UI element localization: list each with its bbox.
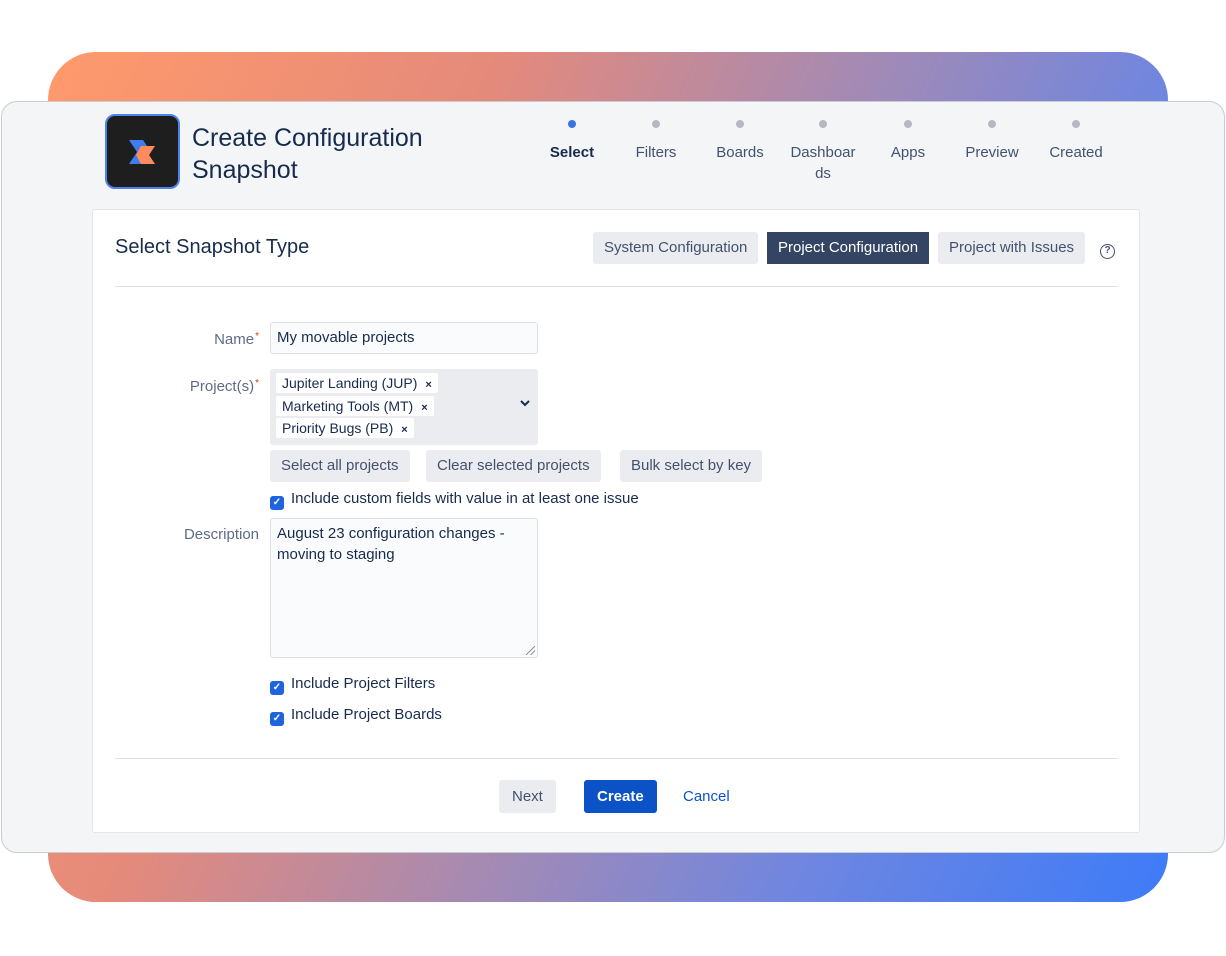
projects-label: Project(s)* <box>190 378 259 395</box>
step-label: Filters <box>635 144 677 161</box>
app-logo-icon <box>129 140 155 164</box>
checkbox-label: Include custom fields with value in at l… <box>291 490 639 507</box>
chevron-down-icon[interactable] <box>520 399 530 407</box>
projects-label-text: Project(s) <box>189 378 255 395</box>
project-tag: Jupiter Landing (JUP) × <box>276 373 438 393</box>
divider <box>115 286 1118 287</box>
step-label: Preview <box>965 144 1019 161</box>
project-tag-label: Priority Bugs (PB) <box>282 420 394 436</box>
next-button[interactable]: Next <box>499 780 556 813</box>
project-tag: Marketing Tools (MT) × <box>276 396 434 416</box>
clear-selected-projects-button[interactable]: Clear selected projects <box>426 450 601 482</box>
include-project-boards-checkbox[interactable]: ✓ Include Project Boards <box>270 706 442 726</box>
page-title: Create Configuration Snapshot <box>192 124 423 184</box>
step-label: Boards <box>716 144 764 161</box>
step-dot <box>904 120 912 128</box>
step-label: Created <box>1049 144 1103 161</box>
step-created[interactable]: Created <box>1034 120 1118 163</box>
project-tag-label: Jupiter Landing (JUP) <box>282 375 418 391</box>
step-label: Dashboards <box>790 144 856 182</box>
select-all-projects-button[interactable]: Select all projects <box>270 450 410 482</box>
remove-tag-icon[interactable]: × <box>425 379 431 391</box>
include-custom-fields-checkbox[interactable]: ✓ Include custom fields with value in at … <box>270 490 639 510</box>
type-project-configuration[interactable]: Project Configuration <box>767 232 930 264</box>
checkbox-checked-icon: ✓ <box>270 712 284 726</box>
step-dashboards[interactable]: Dashboards <box>790 120 856 184</box>
step-dot <box>652 120 660 128</box>
divider <box>115 758 1118 759</box>
cancel-link[interactable]: Cancel <box>670 780 743 813</box>
help-icon[interactable]: ? <box>1100 244 1115 259</box>
checkbox-checked-icon: ✓ <box>270 496 284 510</box>
type-project-with-issues[interactable]: Project with Issues <box>938 232 1086 264</box>
name-label-text: Name <box>214 331 255 348</box>
step-preview[interactable]: Preview <box>950 120 1034 163</box>
remove-tag-icon[interactable]: × <box>421 402 427 414</box>
description-label: Description <box>183 526 259 543</box>
description-textarea[interactable]: August 23 configuration changes - moving… <box>270 518 538 658</box>
step-apps[interactable]: Apps <box>866 120 950 163</box>
section-title: Select Snapshot Type <box>115 236 310 258</box>
remove-tag-icon[interactable]: × <box>401 424 407 436</box>
snapshot-form-card: Select Snapshot Type System Configuratio… <box>92 209 1140 833</box>
step-dot <box>568 120 576 128</box>
description-text: August 23 configuration changes - moving… <box>277 525 505 563</box>
step-select[interactable]: Select <box>530 120 614 163</box>
project-tag: Priority Bugs (PB) × <box>276 418 414 438</box>
app-window: Create Configuration Snapshot Select Fil… <box>1 101 1225 853</box>
checkbox-label: Include Project Filters <box>291 675 436 692</box>
required-mark: * <box>255 331 259 342</box>
step-dot <box>736 120 744 128</box>
step-dot <box>819 120 827 128</box>
required-mark: * <box>255 378 259 389</box>
step-label: Select <box>549 144 595 161</box>
name-label: Name* <box>214 331 259 348</box>
step-dot <box>1072 120 1080 128</box>
create-button[interactable]: Create <box>584 780 657 813</box>
type-system-configuration[interactable]: System Configuration <box>593 232 759 264</box>
app-logo <box>105 114 180 189</box>
resize-handle-icon[interactable] <box>526 646 535 655</box>
bulk-select-by-key-button[interactable]: Bulk select by key <box>620 450 763 482</box>
project-tag-label: Marketing Tools (MT) <box>282 398 414 414</box>
projects-multiselect[interactable]: Jupiter Landing (JUP) × Marketing Tools (… <box>270 369 538 445</box>
include-project-filters-checkbox[interactable]: ✓ Include Project Filters <box>270 675 435 695</box>
checkbox-label: Include Project Boards <box>291 706 442 723</box>
step-dot <box>988 120 996 128</box>
step-filters[interactable]: Filters <box>614 120 698 163</box>
step-boards[interactable]: Boards <box>698 120 782 163</box>
name-input[interactable]: My movable projects <box>270 322 538 354</box>
step-label: Apps <box>890 144 926 161</box>
checkbox-checked-icon: ✓ <box>270 681 284 695</box>
